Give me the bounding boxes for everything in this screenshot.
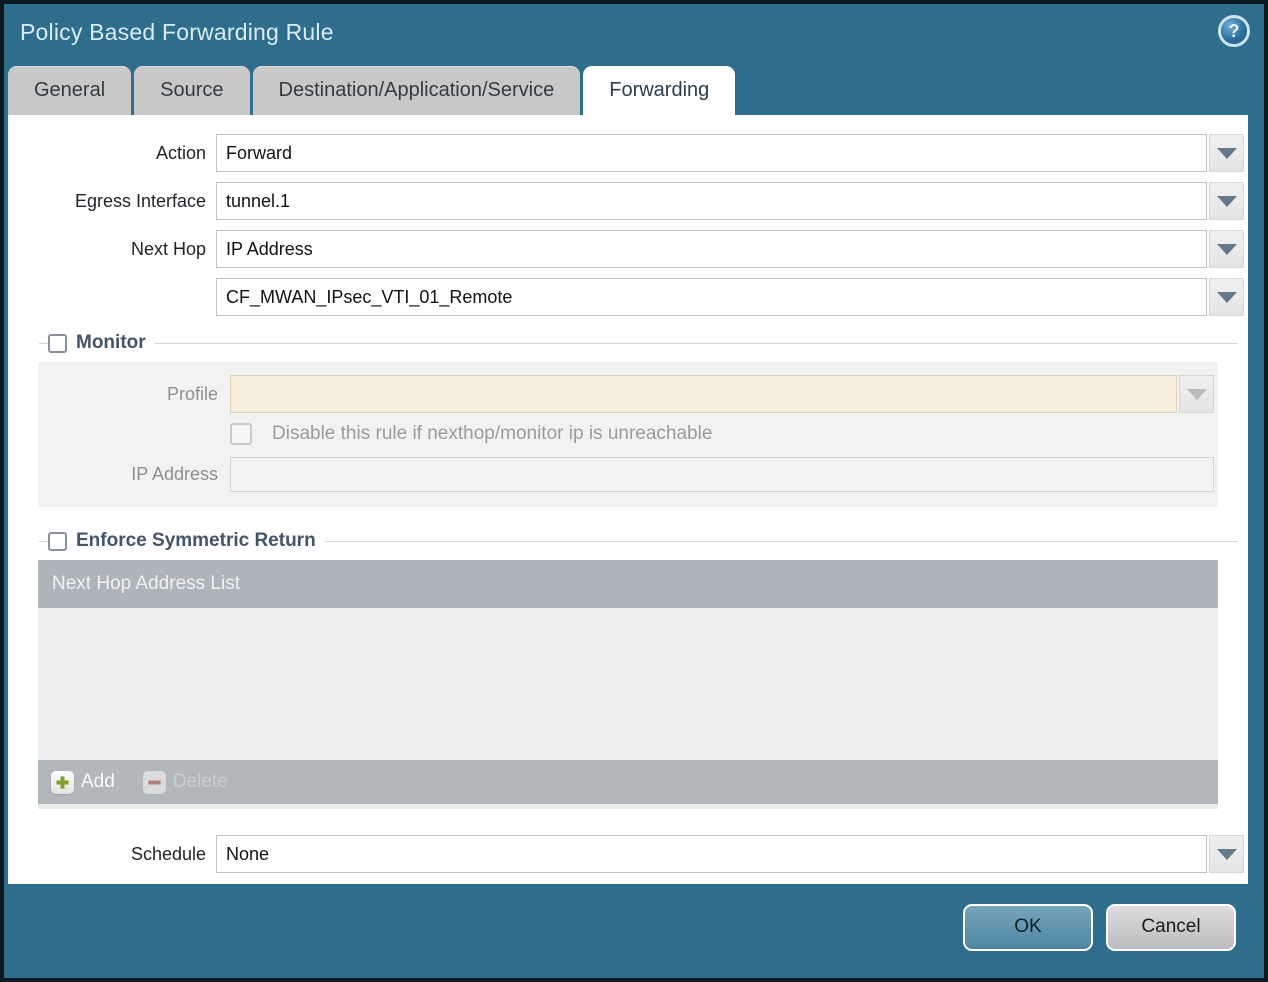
action-dropdown [216, 134, 1244, 172]
fieldset-rule [324, 540, 1238, 542]
profile-label: Profile [166, 383, 218, 404]
tab-strip: General Source Destination/Application/S… [4, 65, 1264, 115]
monitor-fieldset-body: Profile Disable this rule if nexthop/mon… [38, 362, 1218, 507]
tab-destination-application-service[interactable]: Destination/Application/Service [252, 66, 581, 115]
chevron-down-icon [1216, 848, 1237, 860]
table-header-next-hop-address-list: Next Hop Address List [38, 560, 1218, 608]
dialog-footer: OK Cancel [4, 884, 1264, 978]
fieldset-rule [154, 342, 1238, 344]
title-bar: Policy Based Forwarding Rule ? [4, 4, 1264, 65]
tab-source[interactable]: Source [134, 66, 250, 115]
chevron-down-icon [1216, 195, 1237, 207]
egress-interface-dropdown-button[interactable] [1209, 182, 1244, 220]
disable-rule-row: Disable this rule if nexthop/monitor ip … [230, 423, 1218, 445]
action-label: Action [155, 142, 206, 163]
disable-rule-label: Disable this rule if nexthop/monitor ip … [272, 423, 713, 444]
chevron-down-icon [1216, 243, 1237, 255]
action-input[interactable] [216, 134, 1207, 172]
next-hop-address-dropdown [216, 278, 1244, 316]
enforce-symmetric-return-checkbox[interactable] [48, 531, 67, 551]
next-hop-address-row [8, 278, 1244, 316]
profile-dropdown [230, 375, 1214, 413]
monitor-ip-label: IP Address [131, 464, 218, 484]
delete-button-label: Delete [172, 771, 228, 792]
chevron-down-icon [1216, 291, 1237, 303]
schedule-dropdown [216, 835, 1244, 873]
monitor-ip-input [230, 457, 1214, 492]
next-hop-address-dropdown-button[interactable] [1209, 278, 1244, 316]
action-row: Action [8, 134, 1244, 172]
schedule-row: Schedule [8, 835, 1244, 873]
monitor-ip-field [230, 457, 1214, 492]
minus-icon [142, 770, 166, 794]
chevron-down-icon [1216, 147, 1237, 159]
ok-button[interactable]: OK [963, 903, 1093, 951]
forwarding-tab-panel: Action Egress Interface Next Hop [8, 115, 1248, 884]
monitor-checkbox[interactable] [48, 333, 67, 353]
profile-input [230, 375, 1177, 413]
egress-interface-input[interactable] [216, 182, 1207, 220]
plus-icon [51, 770, 74, 794]
monitor-title: Monitor [76, 332, 146, 353]
next-hop-label: Next Hop [130, 238, 206, 259]
egress-interface-row: Egress Interface [8, 182, 1244, 220]
egress-interface-label: Egress Interface [74, 190, 206, 211]
action-dropdown-button[interactable] [1209, 134, 1244, 172]
tab-general[interactable]: General [8, 66, 132, 115]
symmetric-return-legend: Enforce Symmetric Return [39, 530, 1238, 552]
pbf-rule-dialog: Policy Based Forwarding Rule ? General S… [0, 0, 1268, 982]
next-hop-row: Next Hop [8, 230, 1244, 268]
tab-forwarding[interactable]: Forwarding [583, 66, 736, 115]
table-footer-toolbar: Add Delete [38, 760, 1218, 804]
next-hop-type-dropdown-button[interactable] [1209, 230, 1244, 268]
profile-row: Profile [38, 375, 1214, 413]
help-icon[interactable]: ? [1218, 15, 1250, 47]
monitor-ip-row: IP Address [38, 457, 1214, 492]
delete-button[interactable]: Delete [142, 770, 228, 794]
chevron-down-icon [1186, 388, 1207, 400]
disable-rule-checkbox [230, 423, 252, 445]
next-hop-type-input[interactable] [216, 230, 1207, 268]
profile-dropdown-button [1179, 375, 1214, 413]
cancel-button[interactable]: Cancel [1106, 903, 1236, 951]
schedule-input[interactable] [216, 835, 1207, 873]
dialog-title: Policy Based Forwarding Rule [20, 19, 334, 45]
next-hop-address-input[interactable] [216, 278, 1207, 316]
next-hop-type-dropdown [216, 230, 1244, 268]
monitor-legend: Monitor [39, 332, 1238, 354]
enforce-symmetric-return-title: Enforce Symmetric Return [76, 530, 316, 551]
add-button[interactable]: Add [51, 770, 115, 794]
add-button-label: Add [81, 771, 115, 792]
schedule-label: Schedule [130, 843, 206, 864]
next-hop-address-list-table: Next Hop Address List Add Delete [38, 560, 1218, 809]
schedule-dropdown-button[interactable] [1209, 835, 1244, 873]
table-body-empty[interactable] [38, 608, 1218, 760]
egress-interface-dropdown [216, 182, 1244, 220]
